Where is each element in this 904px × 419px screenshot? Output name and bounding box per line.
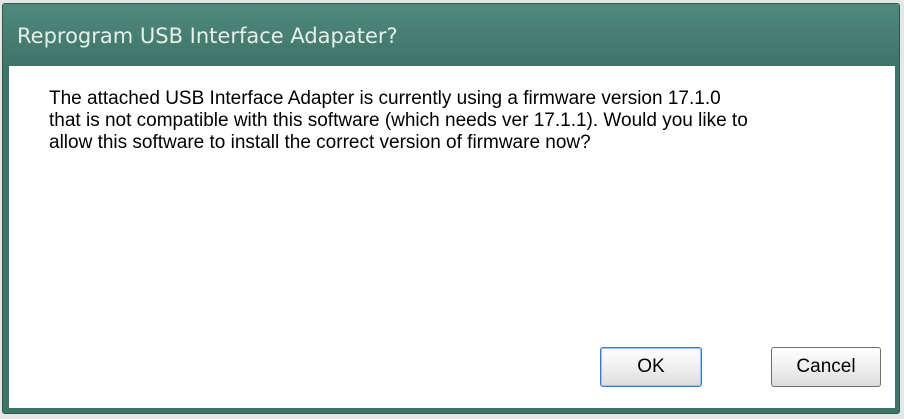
dialog-content: The attached USB Interface Adapter is cu… [9, 66, 895, 408]
cancel-button[interactable]: Cancel [771, 347, 881, 387]
ok-button[interactable]: OK [600, 347, 702, 387]
dialog-message: The attached USB Interface Adapter is cu… [49, 88, 748, 153]
dialog-titlebar[interactable]: Reprogram USB Interface Adapater? [3, 4, 899, 66]
dialog-title: Reprogram USB Interface Adapater? [17, 24, 398, 48]
reprogram-dialog: Reprogram USB Interface Adapater? The at… [2, 3, 900, 414]
